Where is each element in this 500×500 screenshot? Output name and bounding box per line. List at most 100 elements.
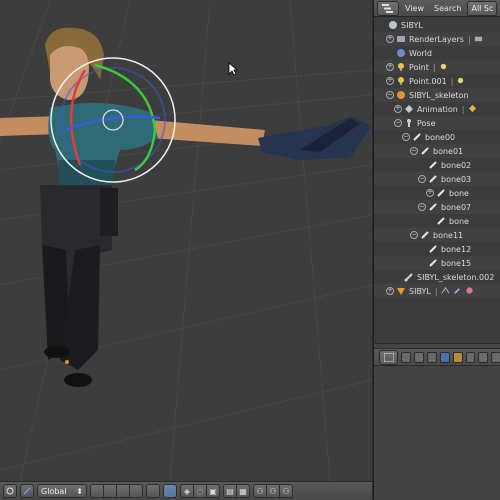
constraints-tab-icon[interactable] [465,351,476,363]
collapse-toggle-icon[interactable]: − [386,91,394,99]
paste-flipped-icon[interactable]: ⚇ [279,484,293,498]
pose-group: ⚇ ⚇ ⚇ [253,484,293,498]
outliner-item-label: bone15 [441,258,472,268]
pivot-icon[interactable] [3,484,17,498]
snap-toggle-icon[interactable] [163,484,177,498]
render-icon[interactable]: ▣ [206,484,220,498]
character-model[interactable] [0,27,372,387]
collapse-toggle-icon[interactable]: − [394,119,402,127]
layer-button[interactable] [129,484,143,498]
image-icon[interactable]: ▦ [236,484,250,498]
menu-search[interactable]: Search [430,4,465,13]
outliner-panel[interactable]: View Search All Sc SIBYL + RenderLayers | Wo… [373,0,500,343]
bone-icon [420,146,430,156]
expand-toggle-icon[interactable]: + [386,63,394,71]
outliner-row[interactable]: SIBYL [374,18,500,32]
scene-icon [388,20,398,30]
outliner-row[interactable]: − bone11 [374,228,500,242]
outliner-row[interactable]: − SIBYL_skeleton [374,88,500,102]
outliner-row[interactable]: − bone03 [374,172,500,186]
collapse-toggle-icon[interactable]: − [418,175,426,183]
light-icon[interactable] [439,62,448,73]
outliner-item-label: Point [409,62,429,72]
scene-tab-icon[interactable] [427,351,437,363]
3d-viewport[interactable]: Global ⬍ ◈ ◌ ▣ ▤ ▦ ⚇ ⚇ ⚇ [0,0,372,500]
layer-button[interactable] [116,484,130,498]
expand-toggle-icon[interactable]: + [394,105,402,113]
armature-icon [396,90,406,100]
collapse-toggle-icon[interactable]: − [410,147,418,155]
world-tab-icon[interactable] [439,351,450,363]
snap-element-icon[interactable]: ◈ [180,484,194,498]
animation-icon [404,104,414,114]
outliner-row[interactable]: + SIBYL | [374,284,500,298]
outliner-row[interactable]: + Point | [374,60,500,74]
outliner-item-label: bone02 [441,160,472,170]
expand-toggle-icon[interactable]: + [426,189,434,197]
outliner-row[interactable]: − bone01 [374,144,500,158]
outliner-item-label: RenderLayers [409,34,464,44]
outliner-row[interactable]: + Point.001 | [374,74,500,88]
menu-view[interactable]: View [401,4,428,13]
properties-panel[interactable] [373,344,500,500]
layers-tab-icon[interactable] [414,351,425,363]
outliner-item-label: Animation [417,104,458,114]
collapse-toggle-icon[interactable]: − [410,231,418,239]
separator: | [434,286,438,296]
outliner-row[interactable]: bone02 [374,158,500,172]
layer-button[interactable] [90,484,104,498]
outliner-item-extras: | [451,76,466,87]
mouse-cursor-icon [228,62,238,76]
camera-icon[interactable] [474,34,483,45]
outliner-row[interactable]: bone [374,214,500,228]
proportional-edit-icon[interactable]: ◌ [193,484,207,498]
outliner-row[interactable]: World [374,46,500,60]
material-icon[interactable] [465,286,474,297]
editor-type-icon[interactable] [379,349,399,365]
modifiers-tab-icon[interactable] [478,351,489,363]
display-filter-select[interactable]: All Sc [467,0,498,16]
collapse-toggle-icon[interactable]: − [418,203,426,211]
bone-icon [428,174,438,184]
chevron-down-icon: ⬍ [76,486,83,496]
modifier-icon[interactable] [440,286,450,297]
render-tab-icon[interactable] [401,351,412,363]
outliner-row[interactable]: SIBYL_skeleton.002 [374,270,500,284]
paste-pose-icon[interactable]: ⚇ [266,484,280,498]
copy-pose-icon[interactable]: ⚇ [253,484,267,498]
viewport-canvas[interactable] [0,0,372,481]
manipulator-toggle-icon[interactable] [20,484,34,498]
outliner-row[interactable]: − bone07 [374,200,500,214]
expand-toggle-icon[interactable]: + [386,287,394,295]
outliner-row[interactable]: bone15 [374,256,500,270]
action-icon[interactable] [468,104,477,115]
outliner-row[interactable]: + Animation | [374,102,500,116]
pose-icon [404,118,414,128]
armature-tab-icon[interactable] [491,351,500,363]
outliner-row[interactable]: − bone00 [374,130,500,144]
outliner-item-label: bone12 [441,244,472,254]
transform-orientation-select[interactable]: Global ⬍ [37,484,87,498]
wrench-icon[interactable] [453,286,462,297]
separator: | [461,104,465,114]
camera-icon[interactable]: ▤ [223,484,237,498]
layer-buttons-group [90,484,143,498]
outliner-row[interactable]: − Pose [374,116,500,130]
editor-type-icon[interactable] [377,0,399,16]
outliner-row[interactable]: bone12 [374,242,500,256]
outliner-row[interactable]: + RenderLayers | [374,32,500,46]
outliner-item-label: SIBYL [409,286,431,296]
object-tab-icon[interactable] [452,351,463,363]
bone-icon [420,230,430,240]
expand-toggle-icon[interactable]: + [386,35,394,43]
light-icon[interactable] [456,76,465,87]
viewport-header: Global ⬍ ◈ ◌ ▣ ▤ ▦ ⚇ ⚇ ⚇ [0,481,372,500]
bone-icon [428,244,438,254]
layer-button[interactable] [146,484,160,498]
render-layers-icon [396,34,406,44]
outliner-item-label: World [409,48,432,58]
expand-toggle-icon[interactable]: + [386,77,394,85]
layer-button[interactable] [103,484,117,498]
outliner-row[interactable]: + bone [374,186,500,200]
collapse-toggle-icon[interactable]: − [402,133,410,141]
